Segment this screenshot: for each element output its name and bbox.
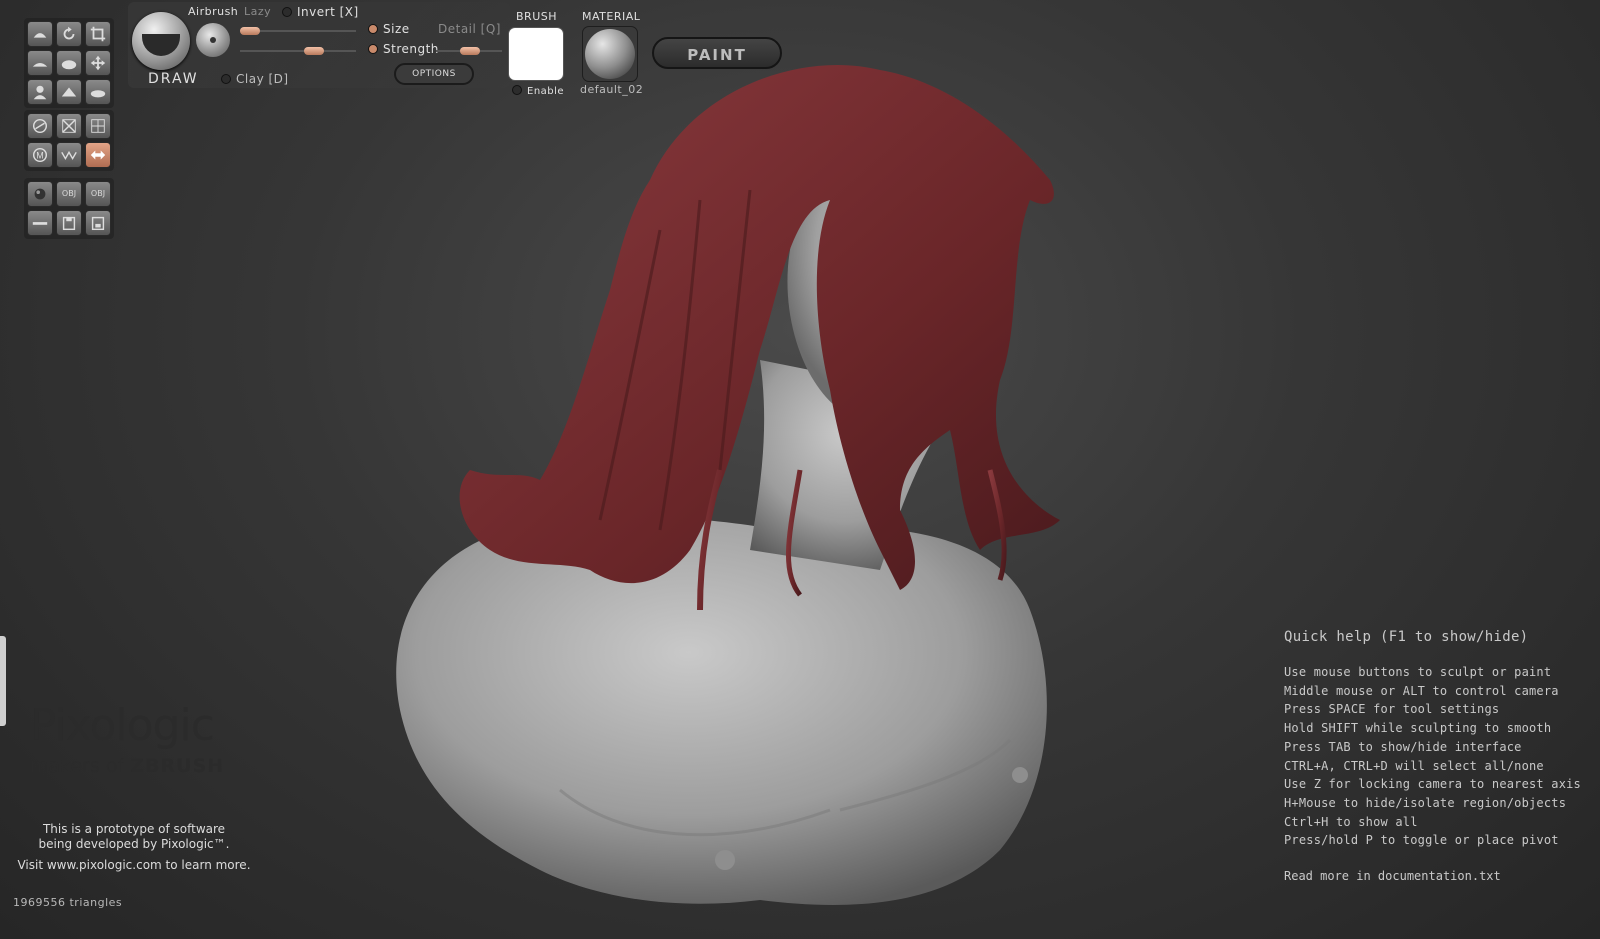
lazy-toggle[interactable]: Lazy [244, 5, 271, 18]
save-icon[interactable] [56, 210, 82, 236]
crop-icon[interactable] [85, 21, 111, 47]
obj-export-icon[interactable]: OBJ [85, 181, 111, 207]
help-line: Use mouse buttons to sculpt or paint [1284, 665, 1552, 679]
wave-icon[interactable] [56, 142, 82, 168]
symmetry-icon[interactable] [85, 142, 111, 168]
standard-brush-icon[interactable] [27, 21, 53, 47]
help-line: Use Z for locking camera to nearest axis [1284, 777, 1581, 792]
help-line: H+Mouse to hide/isolate region/objects [1284, 795, 1567, 810]
detail-label[interactable]: Detail [Q] [438, 22, 501, 36]
delete-mask-icon[interactable] [56, 113, 82, 139]
help-line: Press TAB to show/hide interface [1284, 739, 1522, 754]
size-slider[interactable] [240, 27, 356, 35]
logo-tagline: makers of ZBRUSH [30, 755, 225, 777]
pinch-brush-icon[interactable] [56, 79, 82, 105]
inflate-brush-icon[interactable] [56, 50, 82, 76]
visit-link[interactable]: Visit www.pixologic.com to learn more. [0, 858, 268, 872]
move-icon[interactable] [85, 50, 111, 76]
invert-led-icon [282, 7, 292, 17]
help-line: Press SPACE for tool settings [1284, 702, 1500, 717]
sphere-icon[interactable] [27, 181, 53, 207]
sculpt-model-viewport[interactable] [360, 50, 1120, 930]
prototype-line-2: being developed by Pixologic™. [38, 837, 230, 851]
tool-group-file: OBJ OBJ [24, 178, 114, 239]
clay-brush-icon[interactable] [27, 50, 53, 76]
pixologic-logo: Pixologic makers of ZBRUSH [30, 700, 224, 777]
size-led-icon [368, 24, 378, 34]
side-panel-handle[interactable] [0, 636, 6, 726]
help-line: Press/hold P to toggle or place pivot [1284, 833, 1559, 848]
obj-import-icon[interactable]: OBJ [56, 181, 82, 207]
rotate-icon[interactable] [56, 21, 82, 47]
clay-toggle[interactable]: Clay [D] [221, 72, 289, 86]
alpha-icon[interactable] [196, 23, 230, 57]
strength-slider[interactable] [240, 47, 356, 55]
m-icon[interactable]: M [27, 142, 53, 168]
clay-led-icon [221, 74, 231, 84]
help-line: Ctrl+H to show all [1284, 814, 1418, 829]
prototype-notice: This is a prototype of software being de… [0, 822, 268, 852]
save-as-icon[interactable] [85, 210, 111, 236]
prototype-line-1: This is a prototype of software [42, 822, 226, 836]
smooth-brush-icon[interactable] [85, 79, 111, 105]
tool-group-brushes [24, 18, 114, 108]
plane-icon[interactable] [27, 210, 53, 236]
brush-header: BRUSH [516, 10, 557, 23]
size-label: Size [368, 22, 410, 36]
help-line: Hold SHIFT while sculpting to smooth [1284, 721, 1552, 736]
current-brush-icon[interactable] [132, 12, 190, 70]
material-header: MATERIAL [582, 10, 641, 23]
quick-help-title: Quick help (F1 to show/hide) [1284, 629, 1529, 645]
logo-company: Pixologic [30, 700, 215, 751]
quick-help-panel: Quick help (F1 to show/hide) Use mouse b… [1284, 629, 1581, 883]
lasso-icon[interactable] [27, 113, 53, 139]
invert-toggle[interactable]: Invert [X] [282, 5, 359, 19]
brush-name: DRAW [148, 71, 199, 87]
svg-text:M: M [36, 151, 44, 161]
documentation-link: Read more in documentation.txt [1284, 869, 1501, 884]
tool-group-masking: M [24, 110, 114, 171]
help-line: Middle mouse or ALT to control camera [1284, 683, 1559, 698]
grid-icon[interactable] [85, 113, 111, 139]
bust-icon[interactable] [27, 79, 53, 105]
triangle-count: 1969556 triangles [13, 896, 123, 909]
help-line: CTRL+A, CTRL+D will select all/none [1284, 758, 1544, 773]
airbrush-toggle[interactable]: Airbrush [188, 5, 238, 18]
